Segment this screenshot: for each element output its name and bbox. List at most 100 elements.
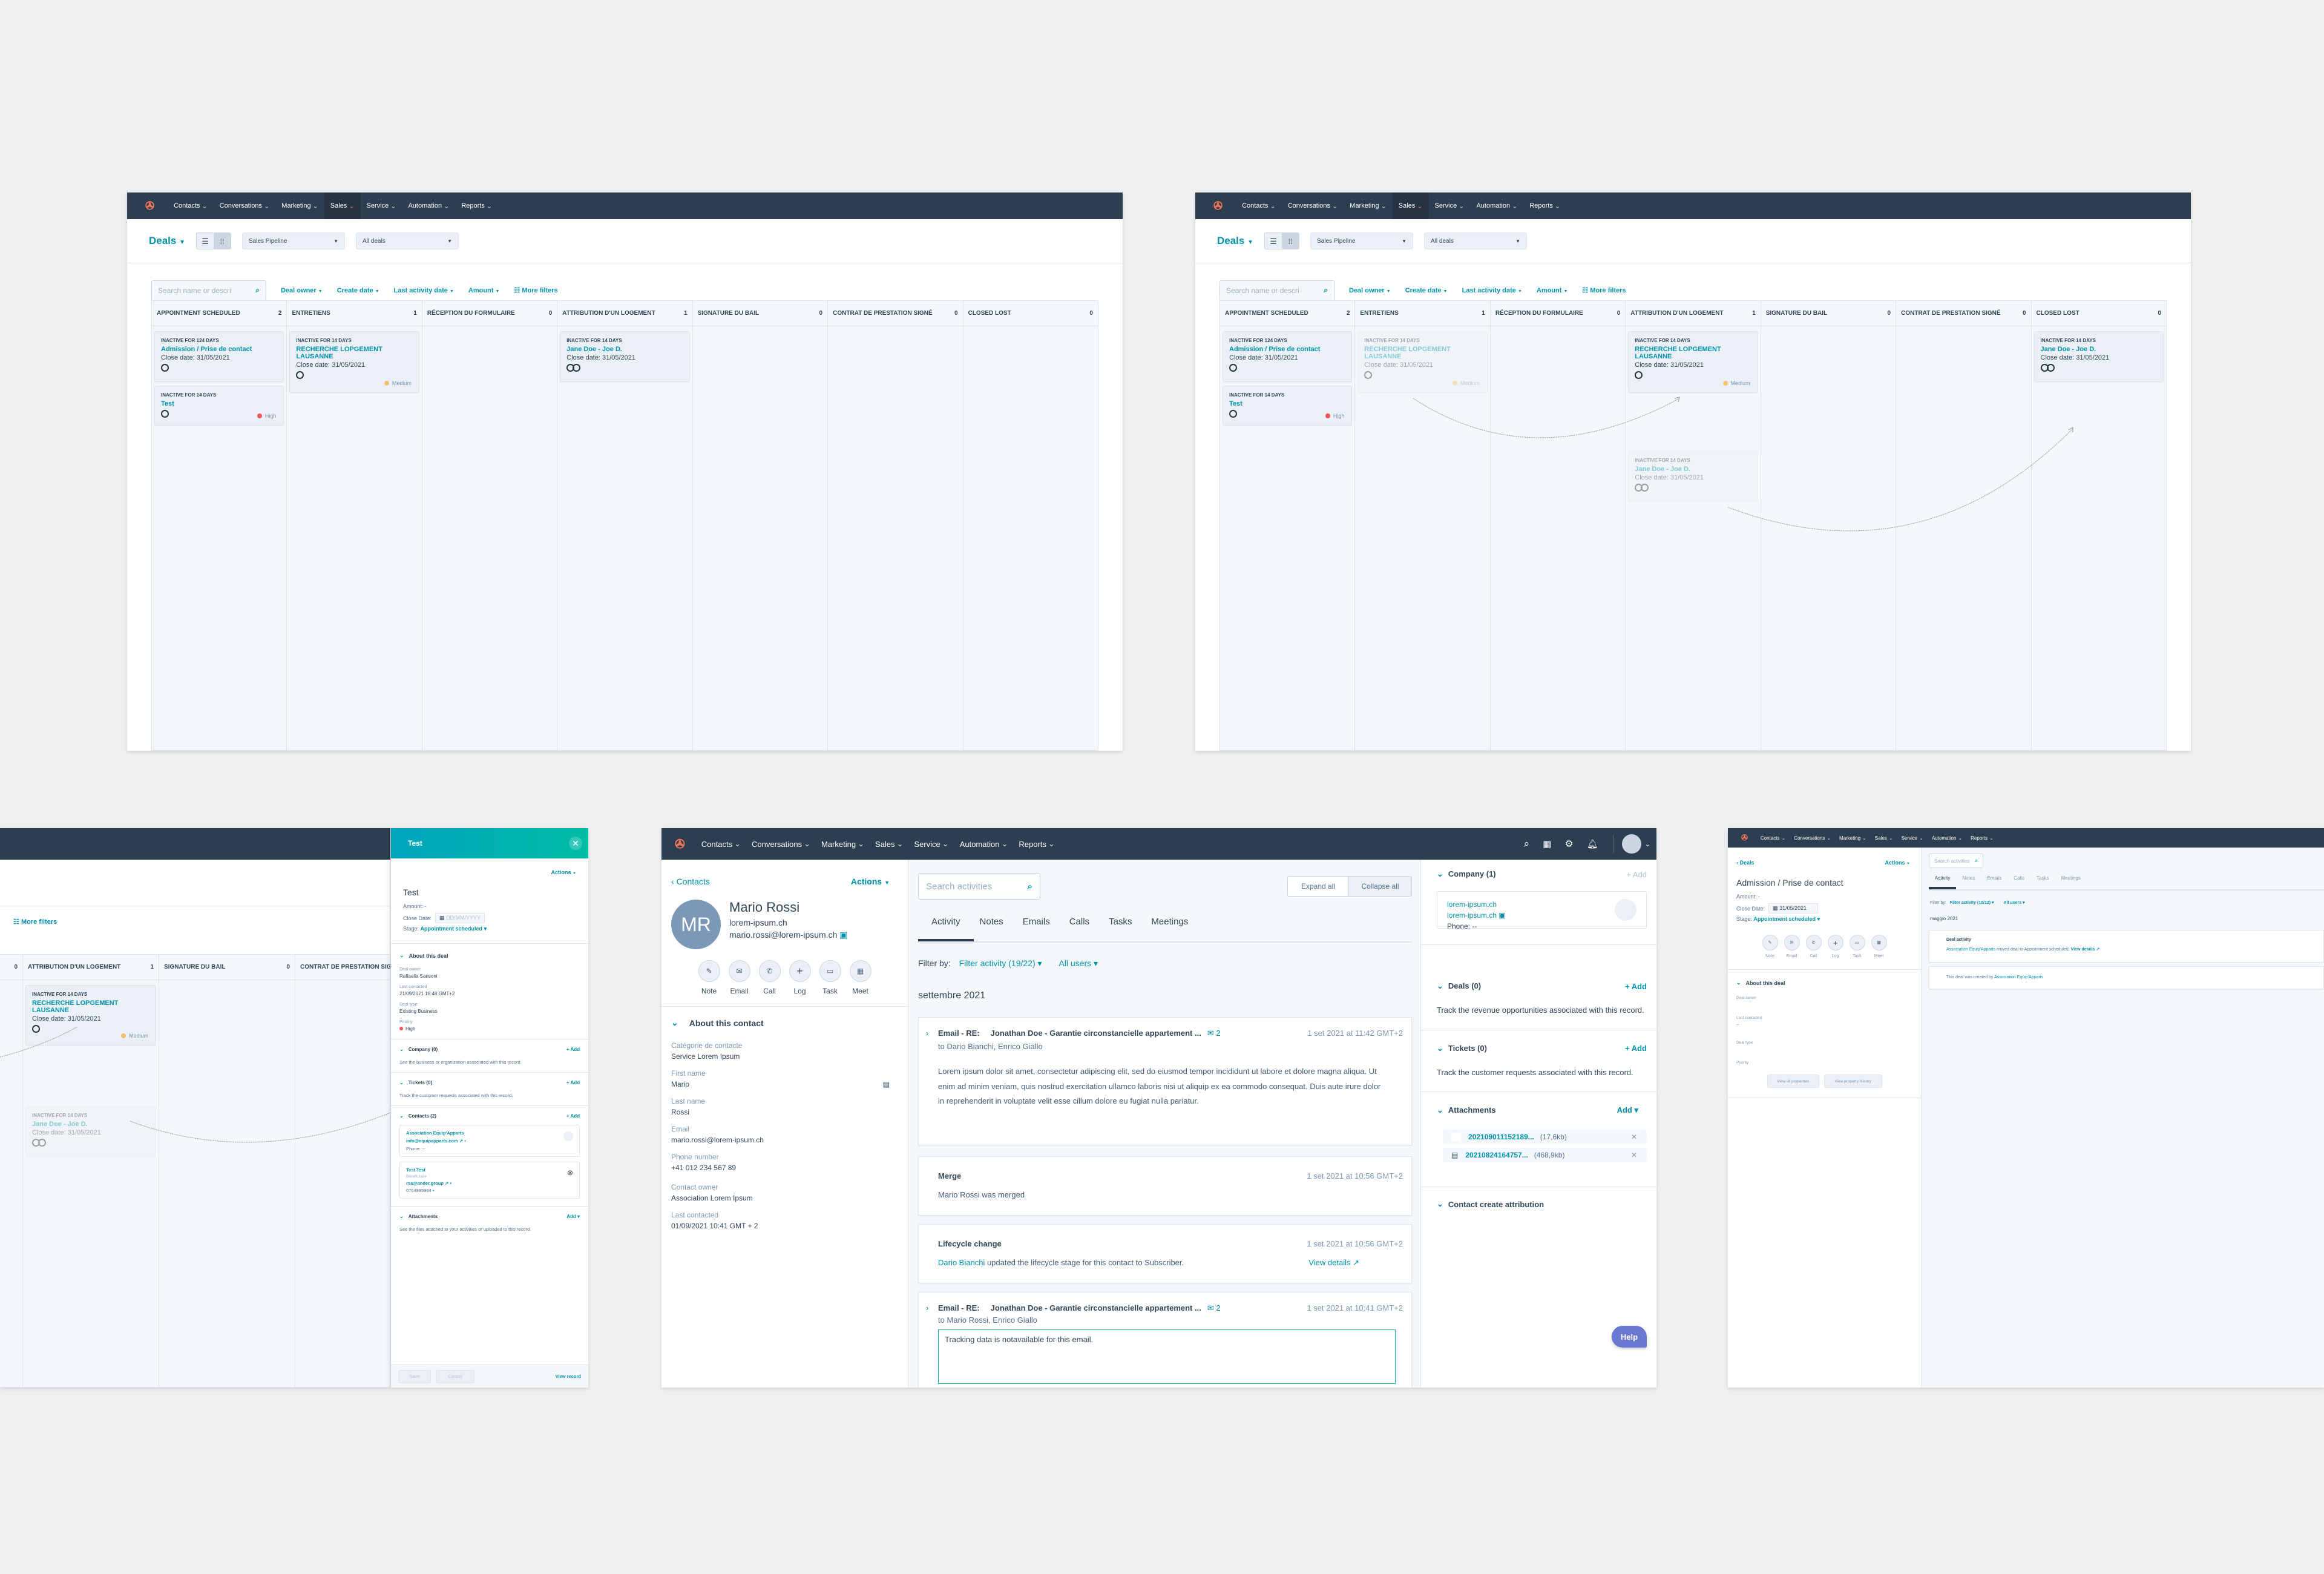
nav-contacts[interactable]: Contacts ⌄ bbox=[696, 839, 746, 849]
view-select[interactable]: All deals ▼ bbox=[356, 232, 459, 249]
hubspot-sprocket-icon[interactable]: ✇ bbox=[1741, 833, 1748, 843]
call-button[interactable]: ✆ Call bbox=[1805, 935, 1822, 958]
add-company-button[interactable]: + Add bbox=[1626, 870, 1647, 879]
section-toggle[interactable]: ⌄ Tickets (0) bbox=[399, 1080, 432, 1085]
nav-sales[interactable]: Sales ⌄ bbox=[870, 839, 908, 849]
deal-card-jane[interactable]: INACTIVE FOR 14 DAYS Jane Doe - Joe D. C… bbox=[2034, 331, 2164, 382]
view-all-properties-button[interactable]: View all properties bbox=[1767, 1075, 1819, 1088]
nav-reports[interactable]: Reports ⌄ bbox=[1013, 839, 1060, 849]
nav-sales[interactable]: Sales ⌄ bbox=[1871, 835, 1897, 841]
add-ticket-button[interactable]: + Add bbox=[1625, 1044, 1647, 1053]
contact-email[interactable]: rsa@ander.group ↗ ▪ bbox=[406, 1180, 573, 1186]
view-record-link[interactable]: View record bbox=[556, 1374, 581, 1379]
bell-icon[interactable]: 🔔︎ bbox=[1587, 838, 1598, 849]
tab-activity[interactable]: Activity bbox=[1929, 875, 1957, 889]
tab-tasks[interactable]: Tasks bbox=[2037, 875, 2049, 889]
actor-link[interactable]: Dario Bianchi bbox=[938, 1258, 985, 1267]
nav-service[interactable]: Service ⌄ bbox=[361, 193, 402, 219]
section-toggle[interactable]: ⌄ About this contact bbox=[671, 1018, 898, 1028]
close-date-input[interactable]: ▦ 31/05/2021 bbox=[1768, 903, 1819, 914]
nav-contacts[interactable]: Contacts ⌄ bbox=[1756, 835, 1790, 841]
tab-calls[interactable]: Calls bbox=[1069, 917, 1089, 941]
section-toggle[interactable]: ⌄ Attachments bbox=[399, 1214, 438, 1219]
expand-all-button[interactable]: Expand all bbox=[1288, 877, 1348, 896]
remove-icon[interactable]: ✕ bbox=[1631, 1151, 1637, 1159]
nav-marketing[interactable]: Marketing ⌄ bbox=[816, 839, 870, 849]
view-property-history-button[interactable]: View property history bbox=[1823, 1075, 1882, 1088]
copy-icon[interactable]: ▣ bbox=[839, 930, 847, 940]
email-button[interactable]: ✉ Email bbox=[728, 960, 750, 995]
section-toggle[interactable]: ⌄ Company (1) bbox=[1437, 869, 1496, 879]
tab-emails[interactable]: Emails bbox=[1023, 917, 1050, 941]
list-view-icon[interactable]: ☰ bbox=[197, 233, 214, 249]
contact-email[interactable]: info@equipapparts.com ↗ ▪ bbox=[406, 1138, 573, 1144]
close-date-input[interactable]: ▦ DD/MM/YYYY bbox=[435, 913, 485, 923]
filter-activity-dropdown[interactable]: Filter activity (10/12) ▾ bbox=[1950, 901, 1994, 905]
tab-meetings[interactable]: Meetings bbox=[1151, 917, 1188, 941]
deal-card-admission[interactable]: INACTIVE FOR 124 DAYS Admission / Prise … bbox=[154, 331, 284, 382]
note-button[interactable]: ✎ Note bbox=[1762, 935, 1778, 958]
add-contact-button[interactable]: + Add bbox=[566, 1113, 580, 1119]
user-avatar[interactable] bbox=[1621, 834, 1641, 854]
section-toggle[interactable]: ⌄ Tickets (0) bbox=[1437, 1044, 1487, 1053]
actions-menu[interactable]: Actions ▼ bbox=[403, 869, 576, 875]
nav-sales[interactable]: Sales ⌄ bbox=[1392, 193, 1429, 219]
actor-link[interactable]: Association Equip'Apparts bbox=[1946, 947, 1995, 952]
nav-conversations[interactable]: Conversations ⌄ bbox=[214, 193, 276, 219]
company-domain[interactable]: lorem-ipsum.ch ▣ bbox=[1447, 911, 1636, 920]
hubspot-sprocket-icon[interactable]: ✇ bbox=[145, 200, 154, 212]
filter-amount[interactable]: Amount ▼ bbox=[468, 287, 500, 294]
more-filters-button[interactable]: ☷ More filters bbox=[1582, 286, 1626, 294]
list-view-icon[interactable]: ☰ bbox=[1265, 233, 1282, 249]
back-to-contacts-link[interactable]: ‹ Contacts bbox=[671, 877, 710, 886]
nav-reports[interactable]: Reports ⌄ bbox=[455, 193, 498, 219]
deal-card-jane[interactable]: INACTIVE FOR 14 DAYS Jane Doe - Joe D. C… bbox=[560, 331, 690, 382]
tab-emails[interactable]: Emails bbox=[1987, 875, 2001, 889]
section-toggle[interactable]: ⌄ Company (0) bbox=[399, 1047, 438, 1052]
section-toggle[interactable]: ⌄ Contacts (2) bbox=[399, 1113, 436, 1119]
filter-deal-owner[interactable]: Deal owner ▼ bbox=[281, 287, 323, 294]
nav-marketing[interactable]: Marketing ⌄ bbox=[275, 193, 324, 219]
note-button[interactable]: ✎ Note bbox=[698, 960, 720, 995]
nav-sales[interactable]: Sales ⌄ bbox=[324, 193, 361, 219]
meet-button[interactable]: ▦ Meet bbox=[1871, 935, 1887, 958]
search-activities-input[interactable]: Search activities ⌕ bbox=[918, 873, 1040, 900]
back-to-deals-link[interactable]: ‹ Deals bbox=[1736, 860, 1754, 866]
nav-marketing[interactable]: Marketing ⌄ bbox=[1344, 193, 1393, 219]
section-toggle[interactable]: ⌄ About this deal bbox=[1736, 980, 1912, 986]
deal-card-test[interactable]: INACTIVE FOR 14 DAYS Test High bbox=[154, 386, 284, 426]
deal-card-admission[interactable]: INACTIVE FOR 124 DAYS Admission / Prise … bbox=[1223, 331, 1353, 382]
filter-create-date[interactable]: Create date ▼ bbox=[1405, 287, 1448, 294]
deal-card-recherche[interactable]: INACTIVE FOR 14 DAYS RECHERCHE LOPGEMENT… bbox=[289, 331, 419, 393]
tab-notes[interactable]: Notes bbox=[1962, 875, 1975, 889]
add-attachment-button[interactable]: Add ▾ bbox=[1617, 1105, 1638, 1115]
add-ticket-button[interactable]: + Add bbox=[566, 1080, 580, 1085]
tab-tasks[interactable]: Tasks bbox=[1109, 917, 1132, 941]
marketplace-icon[interactable]: ▦ bbox=[1543, 838, 1551, 849]
search-input[interactable]: Search name or descri ⌕ bbox=[151, 280, 266, 301]
section-toggle[interactable]: ⌄ Attachments bbox=[1437, 1105, 1496, 1115]
call-button[interactable]: ✆ Call bbox=[758, 960, 781, 995]
email-button[interactable]: ✉ Email bbox=[1784, 935, 1800, 958]
filter-last-activity-date[interactable]: Last activity date ▼ bbox=[1462, 287, 1522, 294]
filter-deal-owner[interactable]: Deal owner ▼ bbox=[1349, 287, 1391, 294]
nav-conversations[interactable]: Conversations ⌄ bbox=[1790, 835, 1835, 841]
actions-menu[interactable]: Actions ▼ bbox=[1885, 860, 1910, 866]
pipeline-select[interactable]: Sales Pipeline ▼ bbox=[242, 232, 346, 249]
filter-activity-dropdown[interactable]: Filter activity (19/22) ▾ bbox=[959, 958, 1042, 968]
nav-reports[interactable]: Reports ⌄ bbox=[1966, 835, 1998, 841]
stage-select[interactable]: Appointment scheduled ▾ bbox=[1754, 916, 1820, 922]
tab-notes[interactable]: Notes bbox=[980, 917, 1003, 941]
board-view-icon[interactable]: ⁞⁞ bbox=[1282, 233, 1299, 249]
help-button[interactable]: Help bbox=[1612, 1326, 1647, 1348]
task-button[interactable]: ▭ Task bbox=[1849, 935, 1865, 958]
nav-automation[interactable]: Automation ⌄ bbox=[1470, 193, 1523, 219]
nav-service[interactable]: Service ⌄ bbox=[1897, 835, 1928, 841]
deals-object-switcher[interactable]: Deals ▼ bbox=[149, 235, 185, 247]
tab-activity[interactable]: Activity bbox=[918, 917, 974, 941]
nav-service[interactable]: Service ⌄ bbox=[1429, 193, 1471, 219]
nav-automation[interactable]: Automation ⌄ bbox=[1928, 835, 1966, 841]
add-attachment-button[interactable]: Add ▾ bbox=[566, 1214, 580, 1219]
stage-select[interactable]: Appointment scheduled ▾ bbox=[421, 926, 487, 932]
view-select[interactable]: All deals ▼ bbox=[1424, 232, 1528, 249]
